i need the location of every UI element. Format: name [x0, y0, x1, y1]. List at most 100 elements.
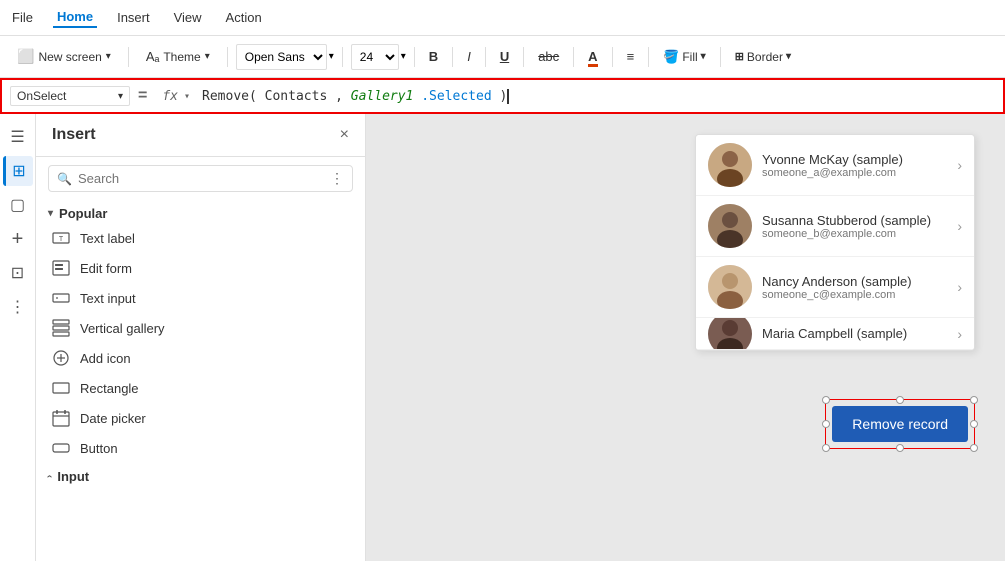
screen-icon: ⬜ — [17, 48, 34, 65]
menu-file[interactable]: File — [8, 8, 37, 27]
layers-icon[interactable]: ⊞ — [3, 156, 33, 186]
input-section-header[interactable]: › Input — [36, 463, 365, 486]
contact-chevron-3: › — [957, 279, 962, 295]
font-family-select[interactable]: Open Sans — [236, 44, 327, 70]
contact-item-2[interactable]: Susanna Stubberod (sample) someone_b@exa… — [696, 196, 974, 257]
component-text-label[interactable]: T Text label — [36, 223, 365, 253]
align-button[interactable]: ≡ — [621, 47, 641, 66]
font-color-button[interactable]: A — [582, 47, 603, 66]
new-screen-button[interactable]: ⬜ New screen ▾ — [8, 43, 120, 70]
search-icon: 🔍 — [57, 172, 72, 186]
menu-home[interactable]: Home — [53, 7, 97, 28]
handle-tr[interactable] — [970, 396, 978, 404]
border-grid-icon: ⊞ — [735, 50, 744, 63]
handle-bc[interactable] — [896, 444, 904, 452]
fill-label: Fill — [682, 50, 697, 64]
bold-button[interactable]: B — [423, 47, 444, 66]
popular-arrow-icon: ▾ — [48, 208, 53, 219]
app-container: File Home Insert View Action ⬜ New scree… — [0, 0, 1005, 561]
fx-label: fx — [162, 89, 178, 104]
formula-contacts: Contacts — [265, 89, 328, 104]
avatar-4 — [708, 318, 752, 350]
edit-form-icon — [52, 259, 70, 277]
contact-info-3: Nancy Anderson (sample) someone_c@exampl… — [762, 274, 947, 301]
contact-chevron-2: › — [957, 218, 962, 234]
popular-section-header[interactable]: ▾ Popular — [36, 200, 365, 223]
contact-item-1[interactable]: Yvonne McKay (sample) someone_a@example.… — [696, 135, 974, 196]
component-text-input[interactable]: Text input — [36, 283, 365, 313]
text-input-name: Text input — [80, 291, 136, 306]
handle-tc[interactable] — [896, 396, 904, 404]
menu-action[interactable]: Action — [222, 8, 266, 27]
underline-button[interactable]: U — [494, 47, 515, 66]
formula-property-selector[interactable]: OnSelect ▾ — [10, 86, 130, 106]
font-size-chevron: ▾ — [401, 51, 406, 62]
text-input-icon — [52, 289, 70, 307]
contact-name-3: Nancy Anderson (sample) — [762, 274, 947, 289]
search-box[interactable]: 🔍 ⋮ — [48, 165, 353, 192]
theme-icon: Aₐ — [146, 49, 160, 64]
contact-info-2: Susanna Stubberod (sample) someone_b@exa… — [762, 213, 947, 240]
remove-record-container: Remove record — [825, 399, 975, 449]
handle-tl[interactable] — [822, 396, 830, 404]
insert-panel: Insert × 🔍 ⋮ ▾ Popular T Text label — [36, 114, 366, 561]
formula-code: Remove( Contacts , Gallery1 .Selected ) — [202, 89, 509, 104]
panel-close-button[interactable]: × — [340, 126, 349, 144]
button-icon — [52, 439, 70, 457]
input-label: Input — [57, 469, 89, 484]
new-screen-label: New screen — [38, 50, 101, 64]
fill-button[interactable]: 🪣 Fill ▾ — [657, 47, 712, 67]
menu-view[interactable]: View — [170, 8, 206, 27]
plus-icon[interactable]: + — [3, 224, 33, 254]
formula-comma: , — [335, 89, 343, 104]
avatar-1 — [708, 143, 752, 187]
formula-cursor — [507, 89, 509, 104]
strikethrough-button[interactable]: abc — [532, 47, 565, 66]
component-button[interactable]: Button — [36, 433, 365, 463]
more-options-icon[interactable]: ⋮ — [330, 170, 344, 187]
formula-input-area[interactable]: fx ▾ Remove( Contacts , Gallery1 .Select… — [155, 86, 995, 107]
component-edit-form[interactable]: Edit form — [36, 253, 365, 283]
new-screen-chevron: ▾ — [106, 51, 111, 62]
contact-email-3: someone_c@example.com — [762, 289, 947, 301]
panel-header: Insert × — [36, 114, 365, 157]
edit-form-name: Edit form — [80, 261, 132, 276]
component-rectangle[interactable]: Rectangle — [36, 373, 365, 403]
contact-item-3[interactable]: Nancy Anderson (sample) someone_c@exampl… — [696, 257, 974, 318]
component-add-icon[interactable]: Add icon — [36, 343, 365, 373]
handle-mr[interactable] — [970, 420, 978, 428]
menu-bar: File Home Insert View Action — [0, 0, 1005, 36]
vertical-gallery-icon — [52, 319, 70, 337]
shapes-icon[interactable]: ▢ — [3, 190, 33, 220]
sep11 — [720, 47, 721, 67]
fill-paint-icon: 🪣 — [663, 49, 679, 65]
handle-bl[interactable] — [822, 444, 830, 452]
font-size-select[interactable]: 24 — [351, 44, 399, 70]
vertical-gallery-name: Vertical gallery — [80, 321, 165, 336]
canvas-area[interactable]: Yvonne McKay (sample) someone_a@example.… — [366, 114, 1005, 561]
remove-record-button[interactable]: Remove record — [832, 406, 968, 442]
component-vertical-gallery[interactable]: Vertical gallery — [36, 313, 365, 343]
border-button[interactable]: ⊞ Border ▾ — [729, 48, 797, 66]
handle-br[interactable] — [970, 444, 978, 452]
formula-property-chevron: ▾ — [118, 91, 123, 102]
menu-insert[interactable]: Insert — [113, 8, 154, 27]
contact-name-4: Maria Campbell (sample) — [762, 326, 947, 341]
component-date-picker[interactable]: Date picker — [36, 403, 365, 433]
components-icon[interactable]: ⊡ — [3, 258, 33, 288]
date-picker-name: Date picker — [80, 411, 146, 426]
contact-name-1: Yvonne McKay (sample) — [762, 152, 947, 167]
contact-email-1: someone_a@example.com — [762, 167, 947, 179]
search-input[interactable] — [78, 171, 324, 186]
theme-button[interactable]: Aₐ Theme ▾ — [137, 44, 219, 69]
contact-item-4[interactable]: Maria Campbell (sample) › — [696, 318, 974, 350]
variables-icon[interactable]: ⋮ — [3, 292, 33, 322]
text-label-name: Text label — [80, 231, 135, 246]
formula-gallery: Gallery1 — [351, 89, 414, 104]
handle-ml[interactable] — [822, 420, 830, 428]
formula-remove: Remove( — [202, 89, 257, 104]
italic-button[interactable]: I — [461, 47, 477, 66]
font-select-chevron: ▾ — [329, 51, 334, 62]
contact-chevron-1: › — [957, 157, 962, 173]
hamburger-icon[interactable]: ☰ — [3, 122, 33, 152]
